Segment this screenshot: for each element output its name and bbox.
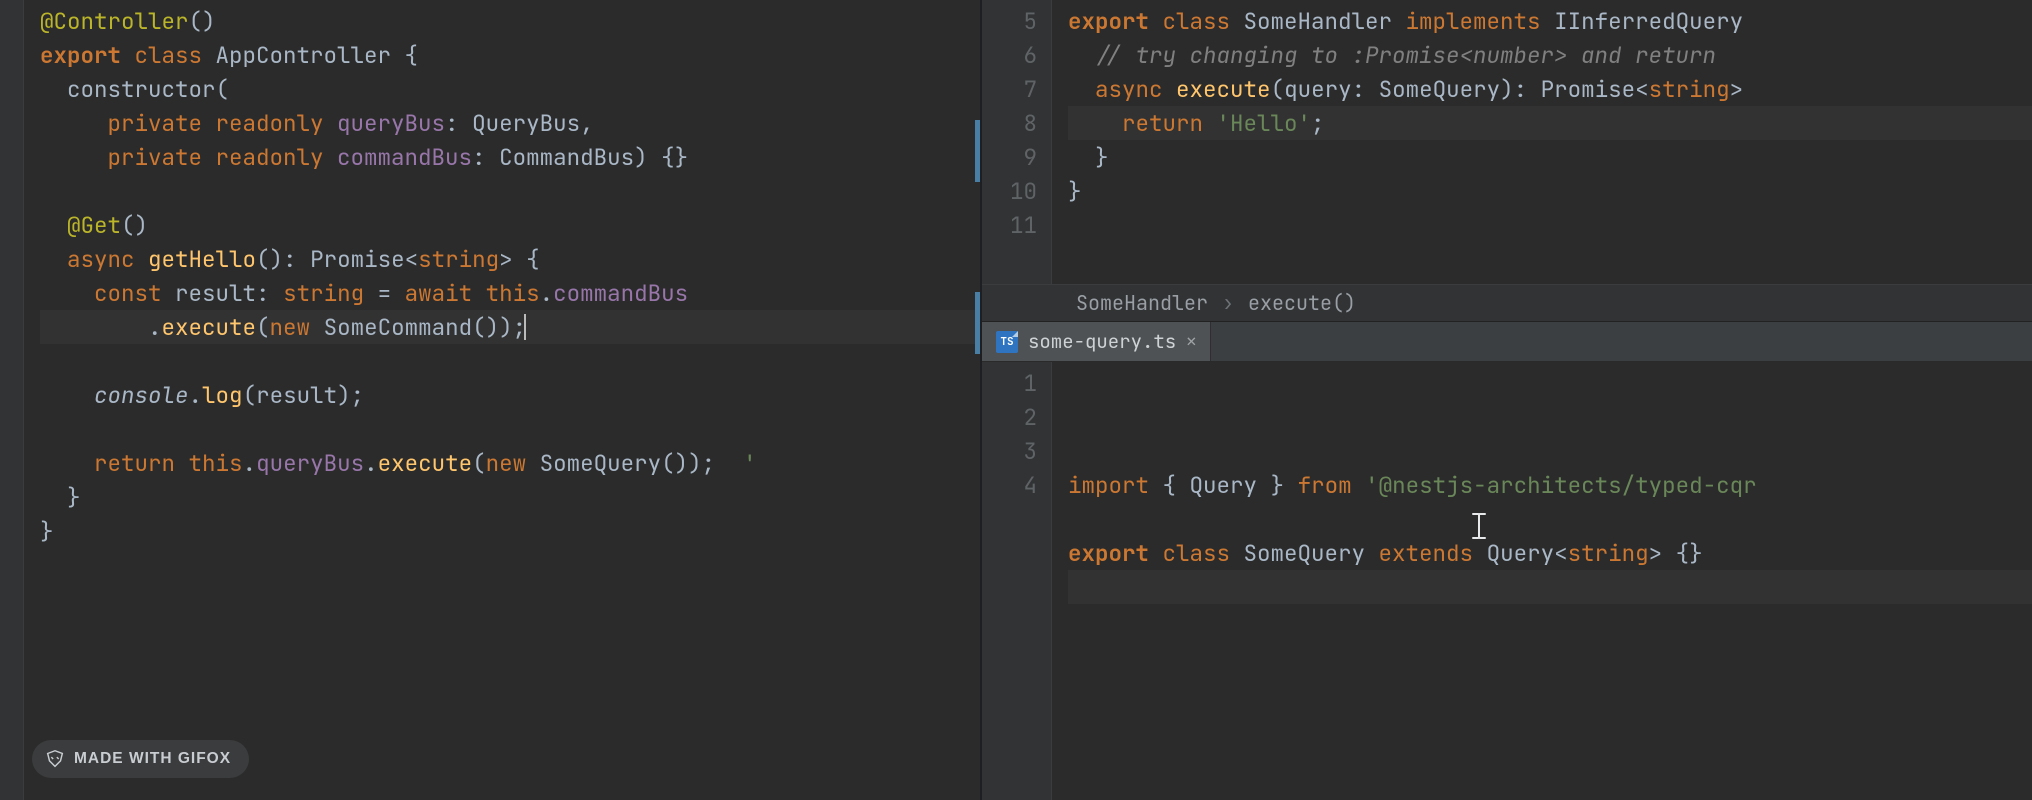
code-line[interactable] (1068, 208, 2032, 242)
code-line[interactable] (1068, 502, 2032, 536)
code-line[interactable] (40, 412, 980, 446)
code-line[interactable]: } (40, 514, 980, 548)
code-line[interactable] (40, 174, 980, 208)
code-area-right-bottom[interactable]: import { Query } from '@nestjs-architect… (1052, 362, 2032, 800)
close-icon[interactable]: ✕ (1186, 331, 1196, 353)
code-line[interactable]: async execute(query: SomeQuery): Promise… (1068, 72, 2032, 106)
code-line[interactable] (40, 344, 980, 378)
code-line[interactable]: constructor( (40, 72, 980, 106)
fold-gutter[interactable] (0, 0, 24, 800)
code-line[interactable]: private readonly commandBus: CommandBus)… (40, 140, 980, 174)
left-editor-pane: @Controller()export class AppController … (0, 0, 980, 800)
code-line[interactable]: // try changing to :Promise<number> and … (1068, 38, 2032, 72)
right-editor-pane: 567891011 export class SomeHandler imple… (982, 0, 2032, 800)
code-line[interactable]: @Get() (40, 208, 980, 242)
code-line[interactable]: .execute(new SomeCommand()); (40, 310, 980, 344)
code-line[interactable]: return 'Hello'; (1068, 106, 2032, 140)
breadcrumb-class[interactable]: SomeHandler (1076, 290, 1208, 316)
line-numbers: 1234 (982, 362, 1052, 800)
right-bottom-editor[interactable]: 1234 import { Query } from '@nestjs-arch… (982, 362, 2032, 800)
vcs-change-marker[interactable] (975, 292, 980, 354)
code-line[interactable]: } (1068, 174, 2032, 208)
code-line[interactable]: return this.queryBus.execute(new SomeQue… (40, 446, 980, 480)
vcs-change-marker[interactable] (975, 120, 980, 182)
tab-bar[interactable]: TS some-query.ts ✕ (982, 322, 2032, 362)
code-line[interactable]: console.log(result); (40, 378, 980, 412)
code-line[interactable]: async getHello(): Promise<string> { (40, 242, 980, 276)
code-line[interactable]: import { Query } from '@nestjs-architect… (1068, 468, 2032, 502)
right-top-editor[interactable]: 567891011 export class SomeHandler imple… (982, 0, 2032, 284)
watermark-text: MADE WITH GIFOX (74, 750, 231, 767)
breadcrumb-method[interactable]: execute() (1248, 290, 1356, 316)
chevron-right-icon: › (1222, 290, 1234, 316)
code-line[interactable]: export class AppController { (40, 38, 980, 72)
tab-filename: some-query.ts (1028, 329, 1176, 354)
code-line[interactable]: export class SomeQuery extends Query<str… (1068, 536, 2032, 570)
typescript-file-icon: TS (996, 331, 1018, 353)
code-line[interactable]: private readonly queryBus: QueryBus, (40, 106, 980, 140)
tab-some-query[interactable]: TS some-query.ts ✕ (982, 322, 1211, 361)
code-line[interactable]: const result: string = await this.comman… (40, 276, 980, 310)
line-numbers: 567891011 (982, 0, 1052, 284)
ide-root: @Controller()export class AppController … (0, 0, 2032, 800)
breadcrumb[interactable]: SomeHandler › execute() (982, 284, 2032, 322)
code-line[interactable]: } (40, 480, 980, 514)
left-editor[interactable]: @Controller()export class AppController … (0, 0, 980, 800)
code-area-right-top[interactable]: export class SomeHandler implements IInf… (1052, 0, 2032, 284)
gifox-watermark: MADE WITH GIFOX (32, 740, 249, 778)
code-line[interactable]: } (1068, 140, 2032, 174)
gifox-icon (44, 748, 66, 770)
code-line[interactable] (1068, 570, 2032, 604)
code-line[interactable]: @Controller() (40, 4, 980, 38)
code-line[interactable]: export class SomeHandler implements IInf… (1068, 4, 2032, 38)
code-area-left[interactable]: @Controller()export class AppController … (24, 0, 980, 800)
